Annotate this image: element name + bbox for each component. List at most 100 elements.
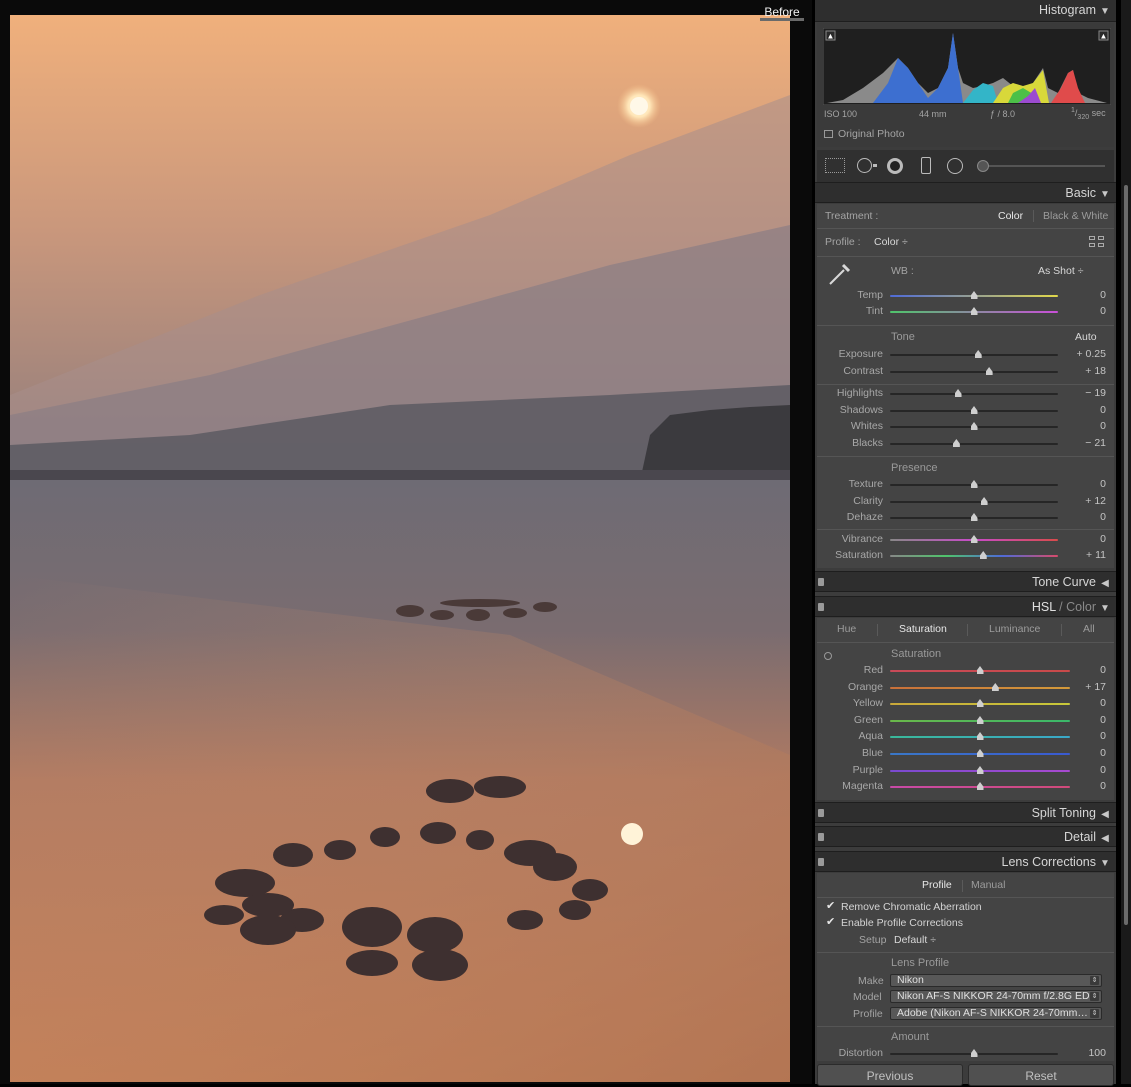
remove-ca-checkbox[interactable]: ✔ xyxy=(826,901,836,912)
slider-value[interactable]: 0 xyxy=(1100,730,1106,742)
treatment-color[interactable]: Color xyxy=(998,210,1023,222)
contrast-slider[interactable]: Contrast + 18 xyxy=(815,364,1116,380)
slider-thumb[interactable] xyxy=(970,513,978,521)
brush-slider[interactable] xyxy=(989,165,1105,167)
basic-header[interactable]: Basic ▼ xyxy=(815,182,1116,203)
expand-triangle-icon[interactable]: ◀ xyxy=(1100,574,1110,594)
slider-value[interactable]: 0 xyxy=(1100,478,1106,490)
slider-thumb[interactable] xyxy=(976,732,984,740)
white-balance-eyedropper-icon[interactable] xyxy=(827,261,853,287)
slider-value[interactable]: 0 xyxy=(1100,511,1106,523)
hsl-tab-hue[interactable]: Hue xyxy=(837,623,856,635)
slider-thumb[interactable] xyxy=(976,766,984,774)
auto-tone-button[interactable]: Auto xyxy=(1075,331,1097,343)
slider-value[interactable]: 0 xyxy=(1100,420,1106,432)
slider-thumb[interactable] xyxy=(991,683,999,691)
adjustment-brush-icon[interactable] xyxy=(977,160,989,172)
slider-thumb[interactable] xyxy=(976,716,984,724)
crop-overlay-icon[interactable] xyxy=(825,158,845,173)
slider-thumb[interactable] xyxy=(970,291,978,299)
orange-saturation-slider[interactable]: Orange + 17 xyxy=(815,680,1116,696)
panel-switch-icon[interactable] xyxy=(818,858,824,866)
slider-thumb[interactable] xyxy=(970,422,978,430)
radial-filter-icon[interactable] xyxy=(947,158,963,174)
slider-thumb[interactable] xyxy=(976,749,984,757)
slider-thumb[interactable] xyxy=(976,666,984,674)
model-dropdown[interactable]: Nikon AF-S NIKKOR 24-70mm f/2.8G ED ⇕ xyxy=(890,990,1102,1003)
dehaze-slider[interactable]: Dehaze 0 xyxy=(815,510,1116,526)
collapse-triangle-icon[interactable]: ▼ xyxy=(1100,2,1110,22)
collapse-triangle-icon[interactable]: ▼ xyxy=(1100,599,1110,619)
hsl-tab-saturation[interactable]: Saturation xyxy=(899,623,947,635)
enable-profile-checkbox[interactable]: ✔ xyxy=(826,917,836,928)
reset-button[interactable]: Reset xyxy=(968,1064,1114,1086)
hsl-tab-all[interactable]: All xyxy=(1083,623,1095,635)
previous-button[interactable]: Previous xyxy=(817,1064,963,1086)
slider-value[interactable]: 0 xyxy=(1100,764,1106,776)
slider-track[interactable] xyxy=(890,354,1058,356)
red-saturation-slider[interactable]: Red 0 xyxy=(815,663,1116,679)
slider-thumb[interactable] xyxy=(954,389,962,397)
slider-track[interactable] xyxy=(890,371,1058,373)
slider-value[interactable]: 0 xyxy=(1100,664,1106,676)
slider-thumb[interactable] xyxy=(976,782,984,790)
setup-dropdown[interactable]: Default ÷ xyxy=(894,934,936,946)
shadows-slider[interactable]: Shadows 0 xyxy=(815,403,1116,419)
hsl-header[interactable]: HSL / Color ▼ xyxy=(815,596,1116,617)
split-toning-header[interactable]: Split Toning ◀ xyxy=(815,802,1116,823)
slider-value[interactable]: 0 xyxy=(1100,747,1106,759)
graduated-filter-icon[interactable] xyxy=(921,157,931,174)
slider-track[interactable] xyxy=(890,393,1058,395)
panel-scrollbar-thumb[interactable] xyxy=(1124,185,1128,925)
hsl-tab-luminance[interactable]: Luminance xyxy=(989,623,1040,635)
spot-removal-icon[interactable] xyxy=(857,158,872,173)
panel-switch-icon[interactable] xyxy=(818,603,824,611)
expand-triangle-icon[interactable]: ◀ xyxy=(1100,805,1110,825)
tint-slider[interactable]: Tint 0 xyxy=(815,304,1116,320)
landscape-photo[interactable] xyxy=(10,15,790,1082)
slider-track[interactable] xyxy=(890,687,1070,689)
slider-thumb[interactable] xyxy=(970,1049,978,1057)
slider-value[interactable]: + 12 xyxy=(1085,495,1106,507)
collapse-triangle-icon[interactable]: ▼ xyxy=(1100,185,1110,205)
target-adjustment-icon[interactable] xyxy=(824,652,832,660)
slider-value[interactable]: 0 xyxy=(1100,305,1106,317)
slider-value[interactable]: 0 xyxy=(1100,289,1106,301)
lens-corrections-header[interactable]: Lens Corrections ▼ xyxy=(815,851,1116,872)
green-saturation-slider[interactable]: Green 0 xyxy=(815,713,1116,729)
detail-header[interactable]: Detail ◀ xyxy=(815,826,1116,847)
slider-track[interactable] xyxy=(890,501,1058,503)
slider-value[interactable]: + 18 xyxy=(1085,365,1106,377)
treatment-black-white[interactable]: Black & White xyxy=(1043,210,1108,222)
aqua-saturation-slider[interactable]: Aqua 0 xyxy=(815,729,1116,745)
magenta-saturation-slider[interactable]: Magenta 0 xyxy=(815,779,1116,795)
clarity-slider[interactable]: Clarity + 12 xyxy=(815,494,1116,510)
slider-thumb[interactable] xyxy=(976,699,984,707)
purple-saturation-slider[interactable]: Purple 0 xyxy=(815,763,1116,779)
slider-value[interactable]: 0 xyxy=(1100,697,1106,709)
slider-thumb[interactable] xyxy=(970,535,978,543)
slider-value[interactable]: + 0.25 xyxy=(1077,348,1107,360)
slider-thumb[interactable] xyxy=(970,480,978,488)
slider-value[interactable]: 100 xyxy=(1088,1047,1106,1059)
profile-browser-icon[interactable] xyxy=(1089,236,1105,248)
slider-value[interactable]: 0 xyxy=(1100,533,1106,545)
tone-curve-header[interactable]: Tone Curve ◀ xyxy=(815,571,1116,592)
slider-value[interactable]: 0 xyxy=(1100,404,1106,416)
panel-switch-icon[interactable] xyxy=(818,809,824,817)
red-eye-icon[interactable] xyxy=(887,158,903,174)
expand-triangle-icon[interactable]: ◀ xyxy=(1100,829,1110,849)
profile-dropdown[interactable]: Color ÷ xyxy=(874,236,908,248)
exposure-slider[interactable]: Exposure + 0.25 xyxy=(815,347,1116,363)
slider-value[interactable]: − 19 xyxy=(1085,387,1106,399)
lens-profile-dropdown[interactable]: Adobe (Nikon AF-S NIKKOR 24-70mm… ⇕ xyxy=(890,1007,1102,1020)
temp-slider[interactable]: Temp 0 xyxy=(815,288,1116,304)
slider-thumb[interactable] xyxy=(985,367,993,375)
blacks-slider[interactable]: Blacks − 21 xyxy=(815,436,1116,452)
slider-value[interactable]: 0 xyxy=(1100,714,1106,726)
highlights-slider[interactable]: Highlights − 19 xyxy=(815,386,1116,402)
lens-tab-manual[interactable]: Manual xyxy=(971,879,1005,891)
histogram-header[interactable]: Histogram ▼ xyxy=(815,0,1116,22)
slider-value[interactable]: − 21 xyxy=(1085,437,1106,449)
texture-slider[interactable]: Texture 0 xyxy=(815,477,1116,493)
